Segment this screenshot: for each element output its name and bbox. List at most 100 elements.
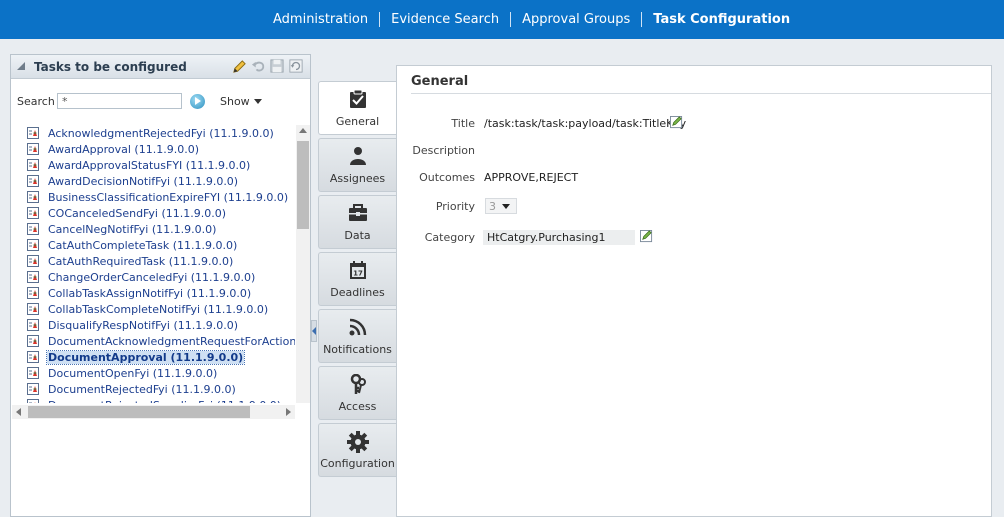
- task-tree-row[interactable]: DocumentOpenFyi (11.1.9.0.0): [27, 365, 295, 381]
- tasks-panel-header: Tasks to be configured: [11, 55, 310, 79]
- chevron-down-icon: [502, 203, 510, 209]
- tab-label: Data: [344, 229, 371, 242]
- tasks-panel-title: Tasks to be configured: [34, 60, 187, 74]
- tasks-panel: Tasks to be configured Search Show A: [10, 54, 311, 517]
- task-label: BusinessClassificationExpireFYI (11.1.9.…: [48, 190, 289, 204]
- tab-data[interactable]: Data: [318, 195, 396, 249]
- gear-icon: [319, 431, 396, 453]
- nav-task-configuration[interactable]: Task Configuration: [642, 12, 801, 27]
- tab-label: Notifications: [323, 343, 392, 356]
- tab-label: Access: [338, 400, 377, 413]
- top-nav: Administration Evidence Search Approval …: [262, 0, 801, 39]
- nav-administration[interactable]: Administration: [262, 12, 379, 27]
- tab-label: Assignees: [329, 172, 386, 185]
- task-icon: [27, 303, 39, 315]
- keys-icon: [319, 374, 396, 396]
- task-icon: [27, 383, 39, 395]
- task-label: ChangeOrderCanceledFyi (11.1.9.0.0): [48, 270, 256, 284]
- category-field[interactable]: HtCatgry.Purchasing1: [483, 230, 635, 245]
- scroll-right-icon[interactable]: [286, 408, 291, 416]
- task-label: CollabTaskCompleteNotifFyi (11.1.9.0.0): [48, 302, 269, 316]
- task-tree-row[interactable]: DocumentRejectedSupplierFyi (11.1.9.0.0): [27, 397, 295, 403]
- panel-splitter[interactable]: [311, 320, 317, 342]
- task-label: DocumentOpenFyi (11.1.9.0.0): [48, 366, 218, 380]
- task-label: AwardApproval (11.1.9.0.0): [48, 142, 199, 156]
- task-icon: [27, 255, 39, 267]
- tab-label: General: [335, 115, 380, 128]
- edit-category-icon[interactable]: [640, 230, 653, 243]
- save-icon[interactable]: [269, 58, 285, 74]
- tab-deadlines[interactable]: 17 Deadlines: [318, 252, 396, 306]
- edit-title-icon[interactable]: [670, 116, 683, 129]
- task-icon: [27, 127, 39, 139]
- chevron-down-icon: [253, 98, 262, 104]
- tab-configuration[interactable]: Configuration: [318, 423, 396, 477]
- pencil-icon[interactable]: [231, 58, 247, 74]
- svg-text:17: 17: [353, 270, 363, 278]
- task-tree-row[interactable]: COCanceledSendFyi (11.1.9.0.0): [27, 205, 295, 221]
- task-icon: [27, 239, 39, 251]
- general-panel: General Title /task:task/task:payload/ta…: [396, 65, 992, 517]
- tab-access[interactable]: Access: [318, 366, 396, 420]
- scroll-left-icon[interactable]: [16, 408, 21, 416]
- tab-label: Deadlines: [330, 286, 385, 299]
- scroll-thumb[interactable]: [297, 141, 309, 229]
- task-tree-row[interactable]: BusinessClassificationExpireFYI (11.1.9.…: [27, 189, 295, 205]
- scroll-thumb[interactable]: [28, 406, 250, 418]
- tab-assignees[interactable]: Assignees: [318, 138, 396, 192]
- task-label: CollabTaskAssignNotifFyi (11.1.9.0.0): [48, 286, 252, 300]
- task-tree-row[interactable]: CollabTaskCompleteNotifFyi (11.1.9.0.0): [27, 301, 295, 317]
- task-icon: [27, 143, 39, 155]
- task-label: DocumentRejectedSupplierFyi (11.1.9.0.0): [47, 399, 282, 404]
- task-tree-row[interactable]: AwardApprovalStatusFYI (11.1.9.0.0): [27, 157, 295, 173]
- task-label: CancelNegNotifFyi (11.1.9.0.0): [48, 222, 217, 236]
- nav-evidence-search[interactable]: Evidence Search: [380, 12, 510, 27]
- task-icon: [27, 191, 39, 203]
- task-tree-row[interactable]: CollabTaskAssignNotifFyi (11.1.9.0.0): [27, 285, 295, 301]
- search-input[interactable]: [57, 93, 182, 109]
- task-label: DocumentAcknowledgmentRequestForAction (…: [48, 334, 295, 348]
- nav-approval-groups[interactable]: Approval Groups: [511, 12, 641, 27]
- search-label: Search: [17, 94, 55, 108]
- top-nav-bar: Administration Evidence Search Approval …: [0, 0, 1004, 39]
- task-icon: [27, 223, 39, 235]
- task-tree-row[interactable]: DisqualifyRespNotifFyi (11.1.9.0.0): [27, 317, 295, 333]
- outcomes-label: Outcomes: [419, 171, 475, 184]
- outcomes-value: APPROVE,REJECT: [484, 171, 579, 184]
- task-icon: [27, 399, 39, 403]
- rss-icon: [319, 317, 396, 339]
- collapse-left-icon: [312, 327, 316, 335]
- search-go-icon[interactable]: [190, 93, 205, 109]
- tab-notifications[interactable]: Notifications: [318, 309, 396, 363]
- task-label: AwardDecisionNotifFyi (11.1.9.0.0): [48, 174, 239, 188]
- task-tree-row[interactable]: AwardApproval (11.1.9.0.0): [27, 141, 295, 157]
- task-label: CatAuthCompleteTask (11.1.9.0.0): [48, 238, 238, 252]
- briefcase-icon: [319, 203, 396, 225]
- tree-vertical-scrollbar[interactable]: [296, 125, 310, 403]
- task-tree-row[interactable]: CancelNegNotifFyi (11.1.9.0.0): [27, 221, 295, 237]
- task-tree-row[interactable]: DocumentRejectedFyi (11.1.9.0.0): [27, 381, 295, 397]
- task-tree-row[interactable]: AwardDecisionNotifFyi (11.1.9.0.0): [27, 173, 295, 189]
- task-tree-row[interactable]: CatAuthCompleteTask (11.1.9.0.0): [27, 237, 295, 253]
- task-tree-row[interactable]: DocumentApproval (11.1.9.0.0): [27, 349, 295, 365]
- task-tree-row[interactable]: DocumentAcknowledgmentRequestForAction (…: [27, 333, 295, 349]
- undo-icon[interactable]: [250, 58, 266, 74]
- refresh-icon[interactable]: [288, 58, 304, 74]
- task-icon: [27, 351, 39, 363]
- calendar-icon: 17: [319, 260, 396, 282]
- task-icon: [27, 367, 39, 379]
- task-tree-row[interactable]: AcknowledgmentRejectedFyi (11.1.9.0.0): [27, 125, 295, 141]
- task-label: COCanceledSendFyi (11.1.9.0.0): [48, 206, 226, 220]
- task-tree-row[interactable]: CatAuthRequiredTask (11.1.9.0.0): [27, 253, 295, 269]
- collapse-panel-icon[interactable]: [17, 62, 25, 70]
- priority-select[interactable]: 3: [485, 198, 517, 214]
- tab-general[interactable]: General: [318, 81, 396, 135]
- task-tree: AcknowledgmentRejectedFyi (11.1.9.0.0) Aw…: [27, 125, 295, 403]
- scroll-up-icon[interactable]: [299, 128, 307, 133]
- task-icon: [27, 271, 39, 283]
- panel-toolbar: [231, 58, 304, 74]
- show-dropdown[interactable]: Show: [220, 95, 262, 108]
- task-label: DocumentApproval (11.1.9.0.0): [45, 349, 246, 365]
- tree-horizontal-scrollbar[interactable]: [12, 405, 295, 419]
- task-tree-row[interactable]: ChangeOrderCanceledFyi (11.1.9.0.0): [27, 269, 295, 285]
